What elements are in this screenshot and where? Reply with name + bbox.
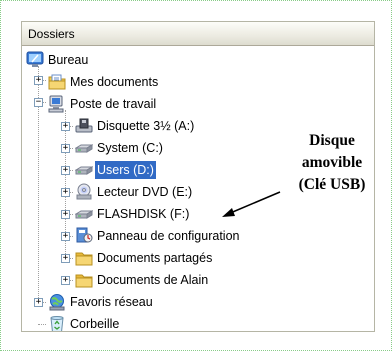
expand-button[interactable]: + bbox=[34, 76, 43, 85]
annotation-line-3: (Clé USB) bbox=[298, 176, 366, 193]
tree-item-system[interactable]: System (C:) bbox=[95, 139, 165, 157]
folder-icon[interactable] bbox=[75, 271, 93, 289]
network-icon[interactable] bbox=[48, 293, 66, 311]
tree-item-panneau[interactable]: Panneau de configuration bbox=[95, 227, 241, 245]
dvd-icon[interactable] bbox=[75, 183, 93, 201]
computer-icon[interactable] bbox=[48, 95, 66, 113]
tree-item-bureau[interactable]: Bureau bbox=[46, 51, 90, 69]
annotation-text: Disque amovible (Clé USB) bbox=[282, 130, 382, 196]
folders-pane-title: Dossiers bbox=[28, 27, 75, 41]
tree-item-mes-documents[interactable]: Mes documents bbox=[68, 73, 160, 91]
desktop-icon[interactable] bbox=[26, 50, 44, 68]
tree-item-favoris-reseau[interactable]: Favoris réseau bbox=[68, 293, 155, 311]
tree-item-disquette[interactable]: Disquette 3½ (A:) bbox=[95, 117, 196, 135]
usb-drive-icon[interactable] bbox=[75, 205, 93, 223]
expand-button[interactable]: + bbox=[34, 298, 43, 307]
tree-item-flashdisk[interactable]: FLASHDISK (F:) bbox=[95, 205, 191, 223]
tree-item-lecteur-dvd[interactable]: Lecteur DVD (E:) bbox=[95, 183, 194, 201]
tree-item-documents-partages[interactable]: Documents partagés bbox=[95, 249, 214, 267]
collapse-button[interactable]: − bbox=[34, 98, 43, 107]
expand-button[interactable]: + bbox=[61, 210, 70, 219]
expand-button[interactable]: + bbox=[61, 166, 70, 175]
annotation-arrow bbox=[222, 191, 281, 217]
tree-item-corbeille[interactable]: Corbeille bbox=[68, 315, 121, 331]
expand-button[interactable]: + bbox=[61, 188, 70, 197]
recycle-bin-icon[interactable] bbox=[48, 315, 66, 331]
annotation-line-2: amovible bbox=[301, 154, 363, 171]
expand-button[interactable]: + bbox=[61, 122, 70, 131]
folder-documents-icon[interactable] bbox=[48, 73, 66, 91]
tree-item-users[interactable]: Users (D:) bbox=[95, 161, 156, 179]
hard-drive-icon[interactable] bbox=[75, 161, 93, 179]
annotation-line-1: Disque bbox=[309, 132, 355, 149]
expand-button[interactable]: + bbox=[61, 254, 70, 263]
folder-icon[interactable] bbox=[75, 249, 93, 267]
hard-drive-icon[interactable] bbox=[75, 139, 93, 157]
expand-button[interactable]: + bbox=[61, 276, 70, 285]
tree-item-poste-de-travail[interactable]: Poste de travail bbox=[68, 95, 158, 113]
expand-button[interactable]: + bbox=[61, 144, 70, 153]
control-panel-icon[interactable] bbox=[75, 227, 93, 245]
expand-button[interactable]: + bbox=[61, 232, 70, 241]
folders-pane-header: Dossiers bbox=[22, 22, 374, 46]
tree-item-documents-alain[interactable]: Documents de Alain bbox=[95, 271, 210, 289]
tree-connector bbox=[38, 324, 46, 325]
floppy-icon[interactable] bbox=[75, 117, 93, 135]
